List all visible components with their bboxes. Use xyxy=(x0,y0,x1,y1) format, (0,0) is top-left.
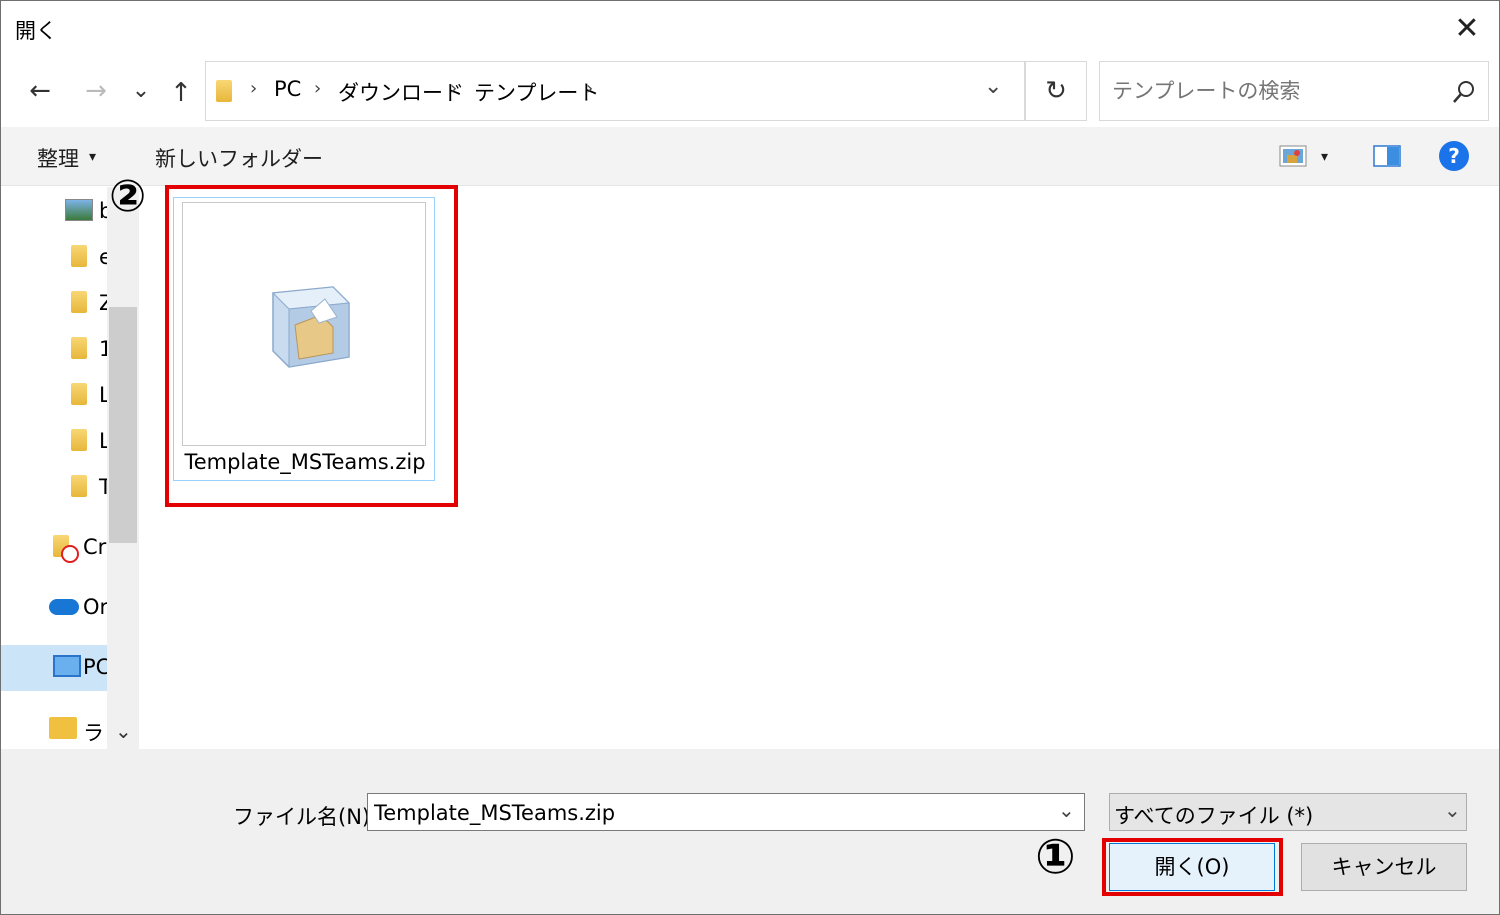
breadcrumb-separator[interactable]: › xyxy=(586,78,593,99)
folder-icon xyxy=(216,80,232,102)
filetype-value: すべてのファイル (*) xyxy=(1114,804,1314,828)
step-1-marker: ① xyxy=(1035,829,1076,885)
dialog-title: 開く xyxy=(15,19,57,43)
sidebar-item[interactable]: ラ xyxy=(1,709,109,749)
sidebar-item[interactable]: b xyxy=(1,187,109,231)
filename-input[interactable] xyxy=(372,796,1036,830)
breadcrumb-templates[interactable]: テンプレート xyxy=(474,77,599,107)
folder-icon xyxy=(71,245,87,267)
scroll-down-icon[interactable]: ⌄ xyxy=(115,719,132,743)
sidebar-item[interactable]: T xyxy=(1,465,109,509)
folder-icon xyxy=(71,291,87,313)
file-thumbnail xyxy=(182,202,426,446)
sidebar-item[interactable]: Z xyxy=(1,281,109,325)
address-bar[interactable]: › PC › ダウンロード › テンプレート › ⌄ xyxy=(205,61,1025,121)
search-input[interactable] xyxy=(1110,74,1444,108)
new-folder-button[interactable]: 新しいフォルダー xyxy=(155,143,323,173)
filename-label: ファイル名(N): xyxy=(233,805,378,829)
title-bar: 開く ✕ xyxy=(1,1,1499,57)
back-arrow-icon[interactable]: ← xyxy=(23,73,57,109)
preview-pane-icon[interactable] xyxy=(1373,145,1401,167)
image-folder-icon xyxy=(65,199,93,221)
organize-caret-icon[interactable]: ▾ xyxy=(89,149,96,165)
sidebar-item-label: Cr xyxy=(83,535,107,559)
sidebar-item[interactable]: L xyxy=(1,419,109,463)
breadcrumb-separator[interactable]: › xyxy=(450,78,457,99)
folder-icon xyxy=(71,475,87,497)
sidebar-item[interactable]: e xyxy=(1,235,109,279)
sidebar-item[interactable]: L xyxy=(1,373,109,417)
breadcrumb-separator[interactable]: › xyxy=(250,78,257,99)
filetype-dropdown-icon[interactable]: ⌄ xyxy=(1444,798,1461,822)
close-icon[interactable]: ✕ xyxy=(1447,7,1487,51)
help-icon[interactable]: ? xyxy=(1439,141,1469,171)
open-button[interactable]: 開く(O) xyxy=(1109,843,1275,891)
sidebar-item-label: PC xyxy=(83,655,109,679)
library-icon xyxy=(49,717,77,739)
filetype-select[interactable]: すべてのファイル (*) ⌄ xyxy=(1109,793,1467,831)
open-file-dialog: 開く ✕ ← → ⌄ ↑ › PC › ダウンロード › テンプレート › ⌄ … xyxy=(0,0,1500,915)
up-arrow-icon[interactable]: ↑ xyxy=(165,75,197,111)
recent-locations-icon[interactable]: ⌄ xyxy=(127,73,155,109)
sidebar-item-pc[interactable]: PC xyxy=(1,645,109,691)
filename-dropdown-icon[interactable]: ⌄ xyxy=(1058,798,1075,822)
navigation-pane: b e Z 1 L L T Cr xyxy=(1,187,109,749)
sidebar-item[interactable]: 1 xyxy=(1,327,109,371)
organize-button[interactable]: 整理 xyxy=(37,143,79,173)
creative-cloud-icon xyxy=(61,545,79,563)
search-box[interactable] xyxy=(1099,61,1489,121)
file-name: Template_MSTeams.zip xyxy=(184,450,426,474)
sidebar-item-label: ラ xyxy=(83,721,104,745)
sidebar-item-label: Or xyxy=(83,595,109,619)
address-dropdown-icon[interactable]: ⌄ xyxy=(984,74,1002,99)
zip-archive-icon xyxy=(271,286,351,368)
folder-icon xyxy=(71,429,87,451)
sidebar-item[interactable]: Cr xyxy=(1,527,109,571)
file-item[interactable]: Template_MSTeams.zip xyxy=(173,197,435,481)
step-2-marker: ② xyxy=(109,171,147,222)
view-caret-icon[interactable]: ▾ xyxy=(1321,149,1328,165)
cancel-button[interactable]: キャンセル xyxy=(1301,843,1467,891)
breadcrumb-downloads[interactable]: ダウンロード xyxy=(338,77,464,107)
filename-combobox[interactable]: ⌄ xyxy=(367,793,1085,831)
search-icon[interactable] xyxy=(1452,80,1476,104)
sidebar-item[interactable]: Or xyxy=(1,587,109,631)
onedrive-icon xyxy=(49,599,79,615)
forward-arrow-icon[interactable]: → xyxy=(79,73,113,109)
nav-scrollbar-thumb[interactable] xyxy=(109,307,137,543)
refresh-icon[interactable]: ↻ xyxy=(1025,61,1087,121)
breadcrumb-separator[interactable]: › xyxy=(314,78,321,99)
folder-icon xyxy=(71,337,87,359)
view-options-icon[interactable] xyxy=(1279,145,1307,167)
pc-icon xyxy=(53,655,81,677)
folder-icon xyxy=(71,383,87,405)
breadcrumb-pc[interactable]: PC xyxy=(274,77,301,101)
